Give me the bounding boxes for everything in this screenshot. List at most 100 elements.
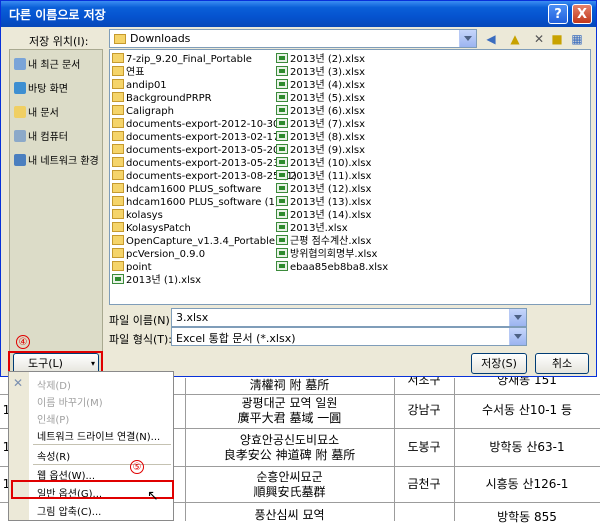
file-item[interactable]: 방위협의회명부.xlsx (276, 248, 377, 261)
file-item[interactable]: 2013년 (6).xlsx (276, 105, 365, 118)
file-item[interactable]: 2013년 (14).xlsx (276, 209, 371, 222)
file-item[interactable]: 2013년 (1).xlsx (112, 274, 201, 287)
filename-input[interactable]: 3.xlsx (171, 308, 527, 327)
file-item[interactable]: 연표 (112, 66, 144, 79)
delete-x-icon: ✕ (13, 376, 24, 390)
excel-file-icon (276, 248, 288, 258)
file-item[interactable]: hdcam1600 PLUS_software (112, 183, 261, 196)
chevron-down-icon[interactable] (509, 309, 526, 326)
place-my-computer[interactable]: 내 컴퓨터 (14, 128, 68, 143)
excel-file-icon (276, 144, 288, 154)
place-network[interactable]: 내 네트워크 환경 (14, 152, 99, 167)
file-name: hdcam1600 PLUS_software (1) (126, 197, 279, 208)
folder-icon (112, 157, 124, 167)
table-cell: 淸權祠 附 墓所 (249, 378, 330, 392)
file-item[interactable]: point (112, 261, 152, 274)
file-item[interactable]: BackgroundPRPR (112, 92, 212, 105)
file-name: kolasys (126, 210, 163, 221)
place-label: 바탕 화면 (28, 84, 68, 95)
file-item[interactable]: documents-export-2013-05-20 (112, 144, 279, 157)
file-item[interactable]: hdcam1600 PLUS_software (1) (112, 196, 279, 209)
save-button[interactable]: 저장(S) (471, 353, 527, 374)
chevron-down-icon[interactable] (459, 30, 476, 47)
file-item[interactable]: andip01 (112, 79, 167, 92)
my-computer-icon (14, 130, 26, 142)
views-icon[interactable]: ▦ (569, 31, 585, 47)
file-item[interactable]: 근평 점수계산.xlsx (276, 235, 371, 248)
help-button[interactable]: ? (548, 4, 568, 24)
file-item[interactable]: Caligraph (112, 105, 174, 118)
up-folder-icon[interactable]: ▲ (507, 31, 523, 47)
cancel-button[interactable]: 취소 (535, 353, 589, 374)
place-recent[interactable]: 내 최근 문서 (14, 56, 80, 71)
file-name: 근평 점수계산.xlsx (290, 236, 372, 247)
place-desktop[interactable]: 바탕 화면 (14, 80, 68, 95)
file-item[interactable]: KolasysPatch (112, 222, 191, 235)
menu-item-print[interactable]: 인쇄(P) (37, 411, 69, 426)
file-item[interactable]: 2013년 (9).xlsx (276, 144, 365, 157)
file-item[interactable]: 2013년 (13).xlsx (276, 196, 371, 209)
file-item[interactable]: 2013년 (2).xlsx (276, 53, 365, 66)
file-item[interactable]: 2013년 (5).xlsx (276, 92, 365, 105)
save-as-dialog: 다른 이름으로 저장 ? X 저장 위치(I): Downloads ◀ ▲ ✕… (0, 0, 597, 377)
file-item[interactable]: documents-export-2013-08-25 (1) (112, 170, 297, 183)
close-button[interactable]: X (572, 4, 592, 24)
place-label: 내 문서 (28, 108, 59, 119)
menu-item-rename[interactable]: 이름 바꾸기(M) (37, 394, 103, 409)
excel-file-icon (276, 183, 288, 193)
file-item[interactable]: pcVersion_0.9.0 (112, 248, 205, 261)
file-name: 2013년 (13).xlsx (290, 197, 372, 208)
table-cell: 양효안공신도비묘소 良孝安公 神道碑 附 墓所 (223, 433, 356, 462)
excel-file-icon (276, 118, 288, 128)
file-item[interactable]: documents-export-2012-10-30 (112, 118, 279, 131)
file-name: BackgroundPRPR (126, 93, 212, 104)
file-name: 방위협의회명부.xlsx (290, 249, 378, 260)
file-name: documents-export-2012-10-30 (126, 119, 280, 130)
file-item[interactable]: 2013년 (12).xlsx (276, 183, 371, 196)
file-item[interactable]: 7-zip_9.20_Final_Portable (112, 53, 252, 66)
excel-file-icon (276, 53, 288, 63)
file-name: pcVersion_0.9.0 (126, 249, 206, 260)
new-folder-icon[interactable]: ■ (549, 31, 565, 47)
excel-file-icon (276, 157, 288, 167)
file-item[interactable]: 2013년 (4).xlsx (276, 79, 365, 92)
my-documents-icon (14, 106, 26, 118)
menu-item-delete[interactable]: 삭제(D) (37, 377, 71, 392)
chevron-down-icon[interactable] (509, 328, 526, 345)
file-item[interactable]: kolasys (112, 209, 163, 222)
excel-file-icon (276, 170, 288, 180)
back-icon[interactable]: ◀ (483, 31, 499, 47)
place-label: 내 컴퓨터 (28, 132, 68, 143)
file-name: 2013년 (2).xlsx (290, 54, 365, 65)
file-name: 7-zip_9.20_Final_Portable (126, 54, 252, 65)
filetype-value: Excel 통합 문서 (*.xlsx) (176, 332, 296, 345)
file-list[interactable]: 7-zip_9.20_Final_Portable 연표 andip01 Backgr… (109, 49, 591, 305)
file-item[interactable]: 2013년 (7).xlsx (276, 118, 365, 131)
save-in-dropdown[interactable]: Downloads (109, 29, 477, 48)
delete-icon[interactable]: ✕ (531, 31, 547, 47)
excel-file-icon (276, 235, 288, 245)
file-item[interactable]: 2013년.xlsx (276, 222, 348, 235)
network-places-icon (14, 154, 26, 166)
menu-item-map-network-drive[interactable]: 네트워크 드라이브 연결(N)... (37, 428, 160, 443)
menu-separator (33, 464, 171, 465)
file-item[interactable]: 2013년 (11).xlsx (276, 170, 371, 183)
file-item[interactable]: 2013년 (3).xlsx (276, 66, 365, 79)
place-my-documents[interactable]: 내 문서 (14, 104, 59, 119)
excel-file-icon (112, 274, 124, 284)
file-item[interactable]: ebaa85eb8ba8.xlsx (276, 261, 388, 274)
file-name: documents-export-2013-02-17 (126, 132, 280, 143)
menu-item-properties[interactable]: 속성(R) (37, 448, 70, 463)
folder-icon (114, 34, 126, 44)
file-item[interactable]: 2013년 (10).xlsx (276, 157, 371, 170)
folder-icon (112, 209, 124, 219)
file-item[interactable]: 2013년 (8).xlsx (276, 131, 365, 144)
file-item[interactable]: OpenCapture_v1.3.4_Portable (112, 235, 275, 248)
excel-file-icon (276, 209, 288, 219)
file-name: 2013년 (6).xlsx (290, 106, 365, 117)
menu-item-compress-pictures[interactable]: 그림 압축(C)... (37, 503, 101, 518)
filetype-select[interactable]: Excel 통합 문서 (*.xlsx) (171, 327, 527, 346)
file-item[interactable]: documents-export-2013-05-23 (112, 157, 279, 170)
folder-icon (112, 79, 124, 89)
file-item[interactable]: documents-export-2013-02-17 (112, 131, 279, 144)
